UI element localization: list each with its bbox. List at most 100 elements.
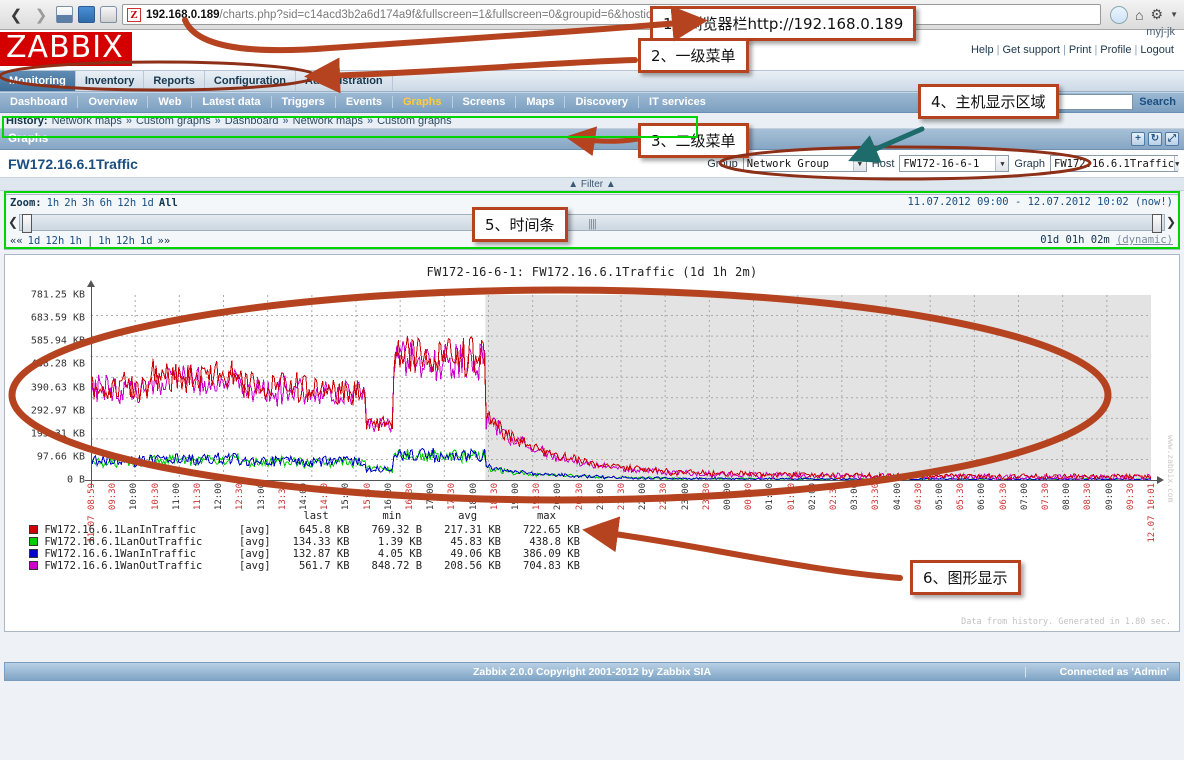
- go-button-icon[interactable]: [1110, 6, 1128, 24]
- menu-item-administration[interactable]: Administration: [296, 71, 393, 91]
- forward-arrow-icon[interactable]: ❯: [31, 5, 51, 25]
- filter-label: Filter: [581, 179, 603, 190]
- x-axis-line: [85, 480, 1157, 481]
- submenu-item-dashboard[interactable]: Dashboard: [0, 96, 77, 108]
- annotation-6: 6、图形显示: [910, 560, 1021, 595]
- zoom-1d[interactable]: 1d: [141, 197, 154, 209]
- zoom-all[interactable]: All: [159, 197, 178, 209]
- bookmarks-icon[interactable]: [56, 6, 73, 23]
- menu-item-inventory[interactable]: Inventory: [76, 71, 145, 91]
- history-item-1[interactable]: Custom graphs: [136, 115, 211, 127]
- x-axis-tick: 08:30: [1083, 483, 1093, 510]
- x-axis-tick: 04:00: [893, 483, 903, 510]
- submenu-item-maps[interactable]: Maps: [516, 96, 564, 108]
- graph-select[interactable]: FW172.16.6.1Traffic ▼: [1050, 155, 1178, 172]
- link-get-support[interactable]: Get support: [1002, 44, 1059, 56]
- back-arrow-icon[interactable]: ❮: [6, 5, 26, 25]
- link-profile[interactable]: Profile: [1100, 44, 1131, 56]
- submenu-item-discovery[interactable]: Discovery: [565, 96, 638, 108]
- jump-right-fast[interactable]: »»: [158, 235, 171, 247]
- scroll-left-icon[interactable]: ❮: [7, 215, 19, 229]
- x-axis-tick: 02:00: [808, 483, 818, 510]
- legend-item-name: FW172.16.6.1WanInTraffic: [23, 548, 233, 560]
- legend-color-swatch: [29, 549, 38, 558]
- y-axis-tick: 781.25 KB: [5, 290, 85, 301]
- legend-last: 134.33 KB: [277, 536, 356, 548]
- fullscreen-button[interactable]: ⤢: [1165, 132, 1179, 146]
- history-item-4[interactable]: Custom graphs: [377, 115, 452, 127]
- annotation-4-text: 4、主机显示区域: [931, 91, 1046, 112]
- search-button[interactable]: Search: [1137, 96, 1178, 108]
- browser-toolbar: ❮ ❯ Z 192.168.0.189/charts.php?sid=c14ac…: [0, 0, 1184, 30]
- submenu-item-it-services[interactable]: IT services: [639, 96, 716, 108]
- security-lock-icon[interactable]: [100, 6, 117, 23]
- jump-right-1d[interactable]: 1d: [140, 235, 153, 247]
- zoom-6h[interactable]: 6h: [100, 197, 113, 209]
- x-axis-tick: 08:00: [1062, 483, 1072, 510]
- jump-left-1h[interactable]: 1h: [69, 235, 82, 247]
- submenu-item-web[interactable]: Web: [148, 96, 191, 108]
- filter-toggle[interactable]: ▲ Filter ▲: [0, 178, 1184, 191]
- zoom-2h[interactable]: 2h: [64, 197, 77, 209]
- legend-avg: 217.31 KB: [428, 524, 507, 536]
- legend-avg: 45.83 KB: [428, 536, 507, 548]
- jump-right-12h[interactable]: 12h: [116, 235, 135, 247]
- jump-right-1h[interactable]: 1h: [98, 235, 111, 247]
- submenu-item-graphs[interactable]: Graphs: [393, 96, 452, 108]
- submenu-item-screens[interactable]: Screens: [453, 96, 516, 108]
- x-axis-tick: 17:30: [447, 483, 457, 510]
- submenu-item-overview[interactable]: Overview: [78, 96, 147, 108]
- menu-item-configuration[interactable]: Configuration: [205, 71, 296, 91]
- chart-plot-area[interactable]: [91, 295, 1151, 480]
- zoom-1h[interactable]: 1h: [47, 197, 60, 209]
- chevron-down-icon[interactable]: ▼: [1170, 10, 1178, 19]
- legend-col-min: min: [356, 510, 429, 524]
- window-icon[interactable]: [78, 6, 95, 23]
- time-selector: Zoom: 1h 2h 3h 6h 12h 1d All 11.07.2012 …: [4, 194, 1180, 250]
- x-axis-tick: 05:00: [935, 483, 945, 510]
- host-select[interactable]: FW172-16-6-1 ▼: [899, 155, 1009, 172]
- history-label: History:: [6, 115, 48, 127]
- time-slider-row: ❮ |||| ❯: [5, 211, 1179, 233]
- submenu-item-latest-data[interactable]: Latest data: [192, 96, 270, 108]
- address-bar[interactable]: Z 192.168.0.189/charts.php?sid=c14acd3b2…: [122, 4, 1101, 25]
- submenu-item-events[interactable]: Events: [336, 96, 392, 108]
- y-axis-line: [91, 287, 92, 488]
- zoom-3h[interactable]: 3h: [82, 197, 95, 209]
- time-range-label[interactable]: 11.07.2012 09:00 - 12.07.2012 10:02 (now…: [907, 196, 1173, 208]
- group-select[interactable]: Network Group ▼: [743, 155, 867, 172]
- x-axis-tick: 11:30: [193, 483, 203, 510]
- jump-left-1d[interactable]: 1d: [28, 235, 41, 247]
- host-select-value: FW172-16-6-1: [903, 158, 979, 170]
- refresh-button[interactable]: ↻: [1148, 132, 1162, 146]
- submenu-item-triggers[interactable]: Triggers: [272, 96, 335, 108]
- slider-grip-icon[interactable]: ||||: [588, 218, 595, 230]
- slider-handle-right[interactable]: [1152, 214, 1162, 233]
- annotation-3: 3、二级菜单: [638, 123, 749, 158]
- home-icon[interactable]: ⌂: [1135, 7, 1143, 23]
- zoom-12h[interactable]: 12h: [117, 197, 136, 209]
- legend-col-last: last: [277, 510, 356, 524]
- scroll-right-icon[interactable]: ❯: [1165, 215, 1177, 229]
- chevron-down-icon: ▼: [995, 156, 1008, 171]
- link-help[interactable]: Help: [971, 44, 994, 56]
- link-print[interactable]: Print: [1069, 44, 1092, 56]
- user-label: myj-jk: [1146, 26, 1175, 38]
- dynamic-link[interactable]: (dynamic): [1116, 234, 1173, 246]
- add-widget-button[interactable]: +: [1131, 132, 1145, 146]
- jump-left-fast[interactable]: ««: [10, 235, 23, 247]
- history-item-3[interactable]: Network maps: [293, 115, 363, 127]
- menu-item-reports[interactable]: Reports: [144, 71, 205, 91]
- jump-left-12h[interactable]: 12h: [45, 235, 64, 247]
- history-item-2[interactable]: Dashboard: [225, 115, 279, 127]
- slider-handle-left[interactable]: [22, 214, 32, 233]
- menu-item-monitoring[interactable]: Monitoring: [0, 71, 76, 91]
- legend-row: FW172.16.6.1WanInTraffic[avg]132.87 KB4.…: [23, 548, 586, 560]
- x-axis-tick: 02:30: [829, 483, 839, 510]
- zoom-row: Zoom: 1h 2h 3h 6h 12h 1d All 11.07.2012 …: [5, 195, 1179, 211]
- tools-icon[interactable]: ⚙: [1151, 6, 1164, 23]
- time-slider-track[interactable]: ||||: [19, 214, 1165, 231]
- history-item-0[interactable]: Network maps: [52, 115, 122, 127]
- x-axis-tick: 19:30: [532, 483, 542, 510]
- link-logout[interactable]: Logout: [1140, 44, 1174, 56]
